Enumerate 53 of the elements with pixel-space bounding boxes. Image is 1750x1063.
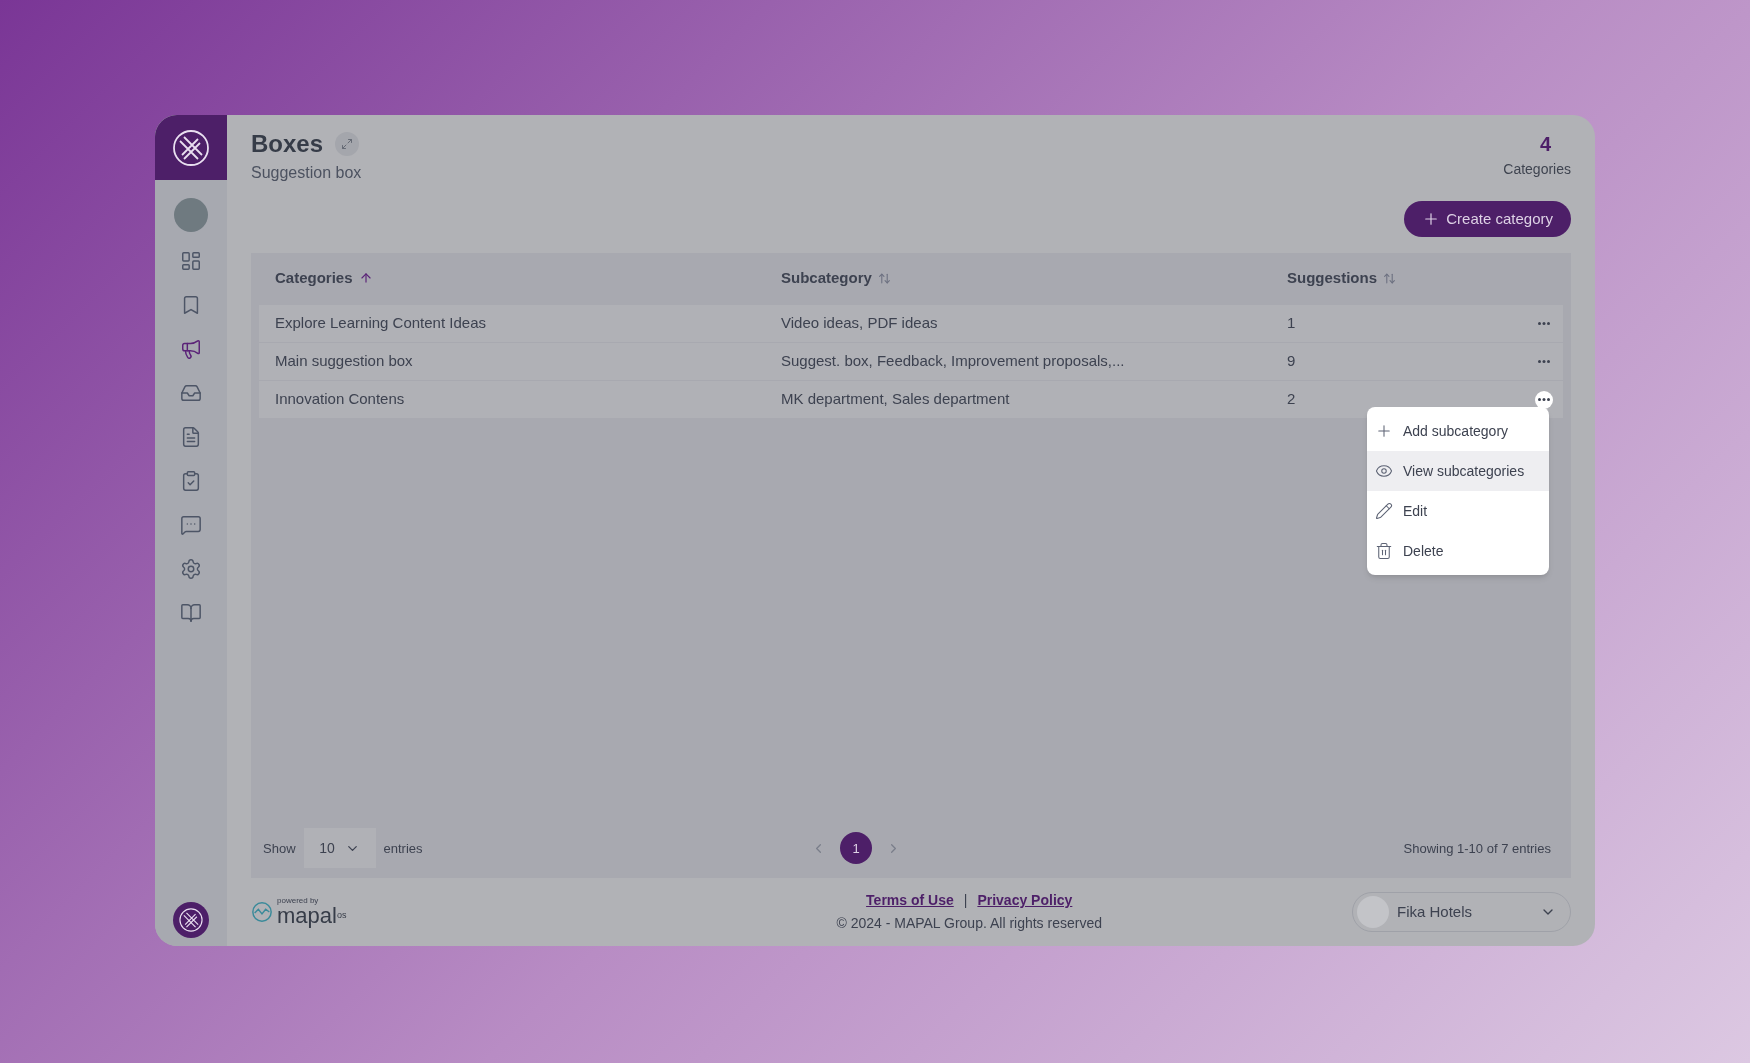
avatar[interactable] xyxy=(174,198,208,232)
entries-summary: Showing 1-10 of 7 entries xyxy=(1403,839,1552,858)
sort-icon[interactable] xyxy=(877,271,891,285)
show-label: Show xyxy=(263,839,296,858)
table-cell-text: Main suggestion box xyxy=(274,351,414,372)
column-header[interactable]: Suggestions xyxy=(1287,266,1377,290)
column-header[interactable]: Categories xyxy=(275,266,353,290)
eye-icon xyxy=(1375,462,1393,480)
sort-icon[interactable] xyxy=(1383,271,1396,285)
brand-name: mapal xyxy=(277,905,337,928)
pencil-icon xyxy=(1375,502,1393,520)
table-cell-text: Innovation Contens xyxy=(274,389,406,410)
privacy-link[interactable]: Privacy Policy xyxy=(977,890,1073,912)
logo-icon xyxy=(171,127,211,168)
expand-icon xyxy=(341,138,354,150)
app-switcher-button[interactable] xyxy=(173,902,209,938)
table-row[interactable]: Explore Learning Content Ideas Video ideas, PDF ideas 1 xyxy=(259,305,1563,342)
entries-label: entries xyxy=(383,839,423,858)
column-header[interactable]: Subcategory xyxy=(781,266,872,290)
category-count: 4 xyxy=(1539,132,1551,157)
trash-icon xyxy=(1375,542,1393,560)
table-cell-text: 1 xyxy=(1286,313,1297,334)
menu-item[interactable]: Add subcategory xyxy=(1367,411,1549,451)
expand-button[interactable] xyxy=(335,132,360,156)
table-cell-text: 9 xyxy=(1286,351,1297,372)
create-category-button[interactable]: Create category xyxy=(1404,201,1571,237)
table-cell-text: 2 xyxy=(1286,389,1297,410)
more-icon xyxy=(1538,398,1550,401)
link-separator: | xyxy=(963,891,968,911)
page-size-select[interactable]: 10 xyxy=(303,828,376,869)
terms-link[interactable]: Terms of Use xyxy=(866,890,954,912)
menu-item[interactable]: Edit xyxy=(1367,491,1549,531)
organization-avatar xyxy=(1357,896,1389,929)
table-row[interactable]: Main suggestion box Suggest. box, Feedback, Improvement proposals,... 9 xyxy=(259,343,1563,380)
category-count-label: Categories xyxy=(1503,160,1571,179)
more-options-button[interactable] xyxy=(1535,390,1553,409)
brand-suffix: os xyxy=(336,911,347,921)
table-cell-text: Suggest. box, Feedback, Improvement proposals,... xyxy=(780,351,1126,372)
page-title: Boxes xyxy=(251,129,324,159)
plus-icon xyxy=(1375,422,1393,440)
table-cell-text: MK department, Sales department xyxy=(780,389,1011,410)
page-subtitle: Suggestion box xyxy=(251,163,362,183)
copyright-text: © 2024 - MAPAL Group. All rights reserved xyxy=(836,914,1102,934)
menu-item[interactable]: Delete xyxy=(1367,531,1549,571)
wave-logo-icon xyxy=(251,901,273,924)
menu-item[interactable]: View subcategories xyxy=(1367,451,1549,491)
page-button[interactable]: 1 xyxy=(840,832,872,865)
logo-icon xyxy=(178,907,204,933)
more-icon xyxy=(1538,322,1550,325)
table-cell-text: Explore Learning Content Ideas xyxy=(274,313,487,334)
table-cell-text: Video ideas, PDF ideas xyxy=(780,313,939,334)
powered-by-text: powered by xyxy=(277,897,320,906)
more-icon xyxy=(1538,360,1550,363)
